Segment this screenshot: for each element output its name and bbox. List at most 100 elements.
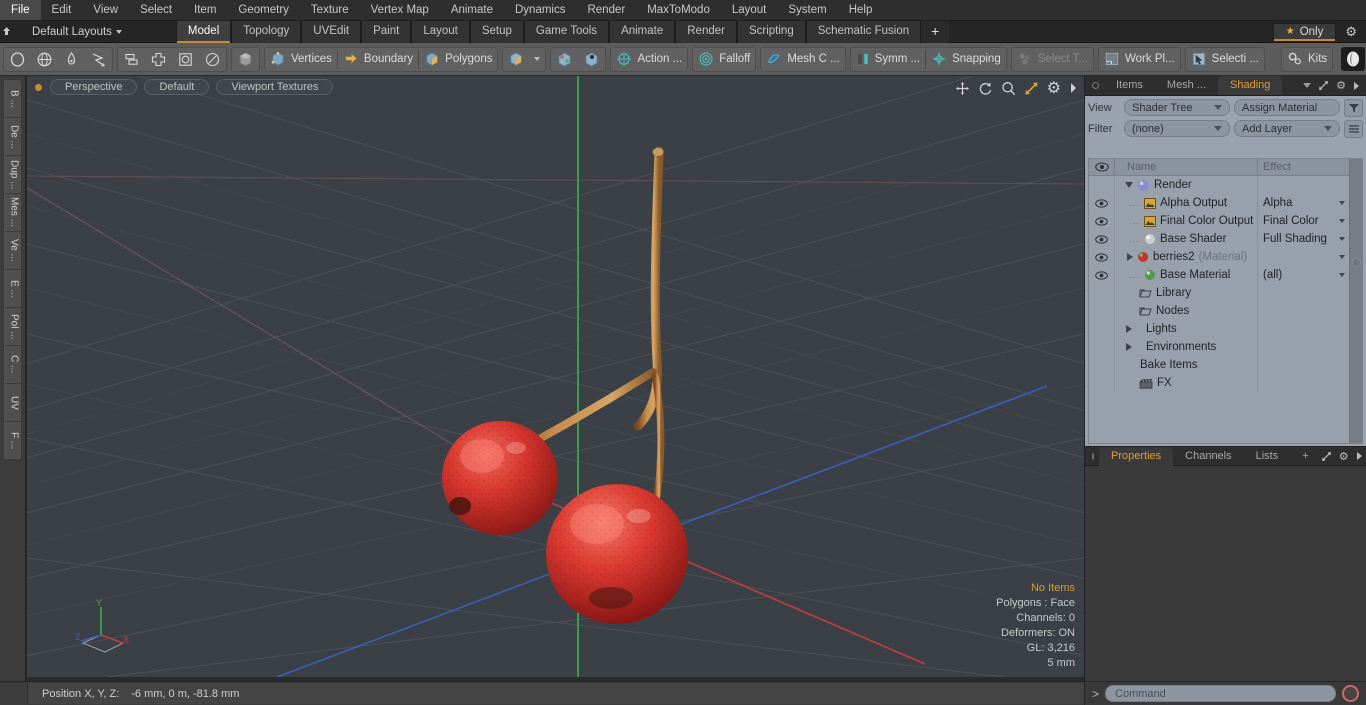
tab-scripting[interactable]: Scripting xyxy=(736,20,806,43)
action-center-button[interactable]: Action ... xyxy=(611,48,687,71)
chevron-down-icon[interactable] xyxy=(529,48,545,71)
gear-icon[interactable]: ⚙ xyxy=(1339,450,1349,463)
shader-tree[interactable]: Name Effect Render … Alpha Output Alpha … xyxy=(1088,158,1363,444)
tab-mesh[interactable]: Mesh ... xyxy=(1155,76,1218,95)
mode-vertices-button[interactable]: Vertices xyxy=(265,48,337,71)
tab-model[interactable]: Model xyxy=(175,20,232,43)
table-row[interactable]: berries2 (Material) xyxy=(1089,248,1349,266)
mode-polygons-button[interactable]: Polygons xyxy=(419,48,497,71)
tab-paint[interactable]: Paint xyxy=(361,20,412,43)
menu-item-dynamics[interactable]: Dynamics xyxy=(504,0,576,20)
left-tab-polygon[interactable]: Pol ... xyxy=(5,308,23,346)
table-row[interactable]: FX xyxy=(1089,374,1349,392)
menu-item-system[interactable]: System xyxy=(777,0,837,20)
cube-grey-icon[interactable] xyxy=(232,48,259,71)
left-tab-deform[interactable]: De ... xyxy=(5,118,23,156)
menu-item-maxtomodo[interactable]: MaxToModo xyxy=(636,0,721,20)
menu-item-help[interactable]: Help xyxy=(838,0,884,20)
expand-icon[interactable] xyxy=(1321,451,1332,462)
menu-item-animate[interactable]: Animate xyxy=(440,0,504,20)
table-row[interactable]: Lights xyxy=(1089,320,1349,338)
add-properties-tab-button[interactable]: + xyxy=(1290,447,1320,466)
menu-item-edit[interactable]: Edit xyxy=(41,0,83,20)
expander-down-icon[interactable] xyxy=(1125,182,1133,188)
funnel-icon[interactable] xyxy=(1344,98,1363,117)
tab-channels[interactable]: Channels xyxy=(1173,447,1243,466)
expander-right-icon[interactable] xyxy=(1126,343,1132,351)
table-row[interactable]: Library xyxy=(1089,284,1349,302)
snapping-button[interactable]: Snapping xyxy=(926,48,1006,71)
eye-toggle[interactable] xyxy=(1089,266,1115,284)
circle-select-icon[interactable] xyxy=(4,48,31,71)
list-options-icon[interactable] xyxy=(1344,119,1363,138)
left-tab-curve[interactable]: C ... xyxy=(5,346,23,384)
left-tab-basic[interactable]: B ... xyxy=(5,80,23,118)
properties-menu-dot[interactable] xyxy=(1092,452,1094,460)
falloff-button[interactable]: Falloff xyxy=(693,48,755,71)
mode-boundary-button[interactable]: Boundary xyxy=(338,48,418,71)
effect-dropdown[interactable]: Final Color xyxy=(1257,212,1349,230)
table-row[interactable]: … Alpha Output Alpha xyxy=(1089,194,1349,212)
viewport-gear-icon[interactable]: ⚙ xyxy=(1047,78,1061,98)
square-in-square-icon[interactable] xyxy=(172,48,199,71)
filter-dropdown[interactable]: (none) xyxy=(1124,120,1230,137)
menu-item-view[interactable]: View xyxy=(82,0,129,20)
eye-toggle[interactable] xyxy=(1089,248,1115,266)
viewport-shading-dropdown[interactable]: Viewport Textures xyxy=(216,79,334,95)
tab-schematic-fusion[interactable]: Schematic Fusion xyxy=(805,20,922,43)
pen-select-icon[interactable] xyxy=(58,48,85,71)
tab-lists[interactable]: Lists xyxy=(1244,447,1291,466)
default-layouts-dropdown[interactable]: Default Layouts xyxy=(26,26,128,38)
viewport-arrow-icon[interactable] xyxy=(1069,82,1078,94)
left-tab-uv[interactable]: UV xyxy=(5,384,23,422)
viewport-style-dropdown[interactable]: Default xyxy=(144,79,210,95)
eye-toggle[interactable] xyxy=(1089,212,1115,230)
stack-icon[interactable] xyxy=(118,48,145,71)
kits-button[interactable]: Kits xyxy=(1282,48,1332,71)
snap-cube-a-icon[interactable] xyxy=(551,48,578,71)
menu-item-vertex-map[interactable]: Vertex Map xyxy=(360,0,440,20)
cube-yellow-icon[interactable] xyxy=(503,48,529,71)
ellipse-icon[interactable] xyxy=(199,48,226,71)
modo-ball-icon[interactable] xyxy=(1341,47,1366,71)
menu-item-texture[interactable]: Texture xyxy=(300,0,360,20)
panel-menu-dot[interactable] xyxy=(1092,82,1099,89)
assign-material-button[interactable]: Assign Material xyxy=(1234,99,1340,116)
home-icon[interactable] xyxy=(0,25,26,38)
shader-tree-scrollbar[interactable] xyxy=(1349,159,1362,443)
viewport-projection-dropdown[interactable]: Perspective xyxy=(50,79,138,95)
left-tab-duplicate[interactable]: Dup ... xyxy=(5,156,23,194)
view-dropdown[interactable]: Shader Tree xyxy=(1124,99,1230,116)
record-icon[interactable] xyxy=(1342,685,1359,702)
viewport-menu-dot[interactable] xyxy=(35,83,42,91)
tab-setup[interactable]: Setup xyxy=(469,20,524,43)
effect-dropdown[interactable]: Alpha xyxy=(1257,194,1349,212)
scrollbar-thumb[interactable] xyxy=(1352,258,1361,268)
add-layer-dropdown[interactable]: Add Layer xyxy=(1234,120,1340,137)
select-through-button[interactable]: Select T... xyxy=(1012,48,1093,71)
symmetry-button[interactable]: Symm ... xyxy=(851,48,925,71)
zoom-icon[interactable] xyxy=(1001,81,1016,96)
expander-right-icon[interactable] xyxy=(1127,253,1133,261)
expander-right-icon[interactable] xyxy=(1126,325,1132,333)
arrow-right-icon[interactable] xyxy=(1356,451,1363,461)
lasso-select-icon[interactable] xyxy=(85,48,112,71)
expand-icon[interactable] xyxy=(1318,80,1329,91)
effect-dropdown[interactable]: Full Shading xyxy=(1257,230,1349,248)
eye-toggle[interactable] xyxy=(1089,230,1115,248)
tab-layout[interactable]: Layout xyxy=(411,20,470,43)
left-tab-fusion[interactable]: F ... xyxy=(5,422,23,460)
tab-topology[interactable]: Topology xyxy=(231,20,302,43)
table-row[interactable]: Nodes xyxy=(1089,302,1349,320)
left-tab-mesh-edit[interactable]: Mes ... xyxy=(5,194,23,232)
tab-uvedit[interactable]: UVEdit xyxy=(301,20,362,43)
arrow-right-icon[interactable] xyxy=(1353,81,1360,91)
work-plane-button[interactable]: Work Pl... xyxy=(1099,48,1180,71)
gear-icon[interactable]: ⚙ xyxy=(1336,79,1346,92)
menu-item-geometry[interactable]: Geometry xyxy=(227,0,300,20)
pan-icon[interactable] xyxy=(955,81,970,96)
table-row[interactable]: Render xyxy=(1089,176,1349,194)
table-row[interactable]: … Final Color Output Final Color xyxy=(1089,212,1349,230)
tab-animate[interactable]: Animate xyxy=(609,20,676,43)
left-tab-edge[interactable]: E ... xyxy=(5,270,23,308)
